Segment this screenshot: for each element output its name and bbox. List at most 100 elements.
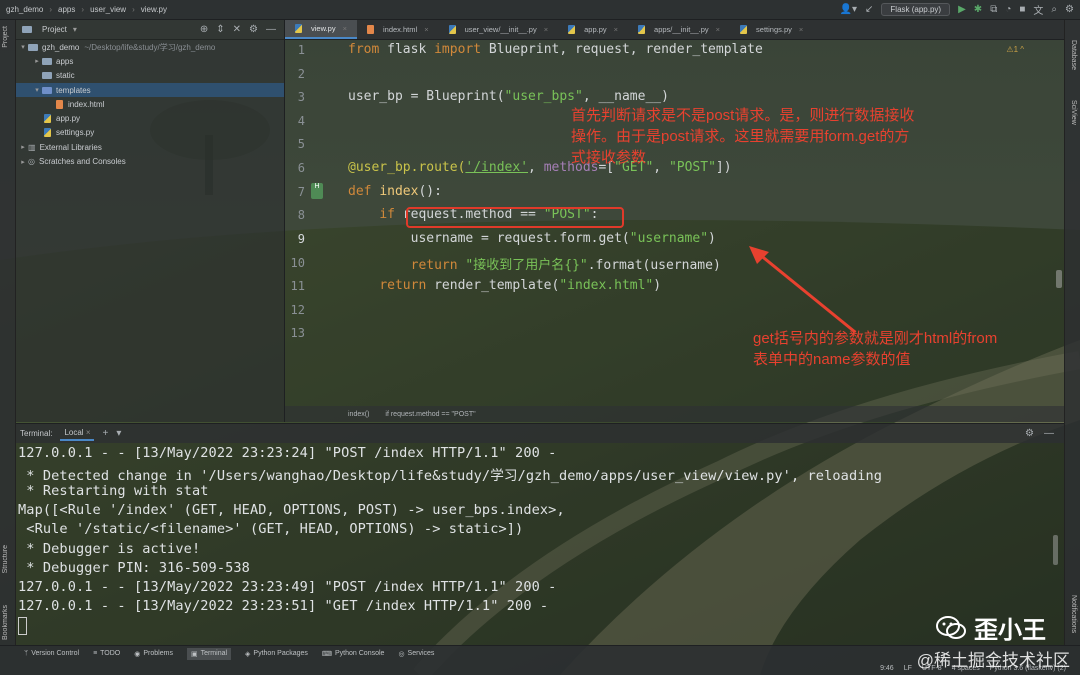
run-icon[interactable]: ▶ [958,4,966,15]
chevron-down-icon[interactable]: ▾ [73,25,77,34]
python-file-icon [295,24,302,33]
expand-icon[interactable]: ✕ [233,24,241,35]
terminal-icon: ▣ [190,650,198,658]
close-icon[interactable]: × [614,25,618,34]
editor-tabs: view.py × index.html × user_view/__init_… [285,20,1064,40]
package-icon: ◈ [245,650,251,658]
tree-item-app-py[interactable]: app.py [16,111,284,125]
right-tool-strip: Database SciView Notifications [1064,20,1080,645]
chevron-right-icon[interactable]: ▸ [18,143,28,151]
tree-item-scratches[interactable]: ▸ ◎ Scratches and Consoles [16,154,284,168]
structure-tool-tab[interactable]: Structure [2,545,9,573]
folder-icon [42,72,52,80]
code-line-10: return "接收到了用户名{}".format(username) [410,258,721,273]
sciview-tool-tab[interactable]: SciView [1070,100,1077,125]
close-icon[interactable]: × [544,25,548,34]
python-file-icon [638,25,646,34]
collapse-icon[interactable]: ⇕ [216,24,224,35]
breadcrumb-root[interactable]: gzh_demo [6,5,43,14]
tree-item-external-libraries[interactable]: ▸ ▥ External Libraries [16,140,284,154]
translate-icon[interactable]: 文 [1033,2,1043,17]
chevron-down-icon[interactable]: ▾ [116,428,121,439]
settings-icon[interactable]: ⚙ [1025,428,1034,439]
code-line-11: return render_template("index.html") [379,278,662,293]
back-arrow-icon[interactable]: ↙ [865,4,873,15]
breadcrumb-apps[interactable]: apps [58,5,75,14]
terminal-output[interactable]: 127.0.0.1 - - [13/May/2022 23:23:24] "PO… [16,443,1064,645]
tab-index-html[interactable]: index.html × [357,20,439,39]
notifications-tool-tab[interactable]: Notifications [1070,595,1077,633]
tree-item-apps[interactable]: ▸ apps [16,54,284,68]
settings-icon[interactable]: ⚙ [1065,4,1074,15]
terminal-button[interactable]: ▣ Terminal [186,647,232,660]
search-icon[interactable]: ⌕ [1051,4,1057,15]
tab-app-py[interactable]: app.py × [558,20,628,39]
tab-user-view-init[interactable]: user_view/__init__.py × [439,20,559,39]
terminal-label: Terminal: [20,429,53,438]
code-editor[interactable]: ⚠1 ^ 1 2 3 4 5 6 7 8 9 10 11 12 13 H fro… [285,40,1064,406]
warning-indicator[interactable]: ⚠1 ^ [1006,45,1024,54]
python-packages-button[interactable]: ◈ Python Packages [245,650,308,658]
locate-icon[interactable]: ⊕ [200,24,208,35]
python-console-button[interactable]: ⌨ Python Console [322,650,385,658]
cursor-position[interactable]: 9:46 [880,665,894,672]
version-control-button[interactable]: ᛘ Version Control [24,650,79,657]
close-icon[interactable]: × [343,24,347,33]
python-file-icon [448,25,456,34]
project-folder-icon [22,26,32,33]
hide-icon[interactable]: — [266,24,276,35]
project-tool-tab[interactable]: Project [2,26,9,48]
chevron-down-icon[interactable]: ▾ [32,86,42,94]
chevron-right-icon[interactable]: ▸ [32,57,42,65]
close-icon: × [85,428,91,437]
options-icon[interactable]: ⚙ [249,24,258,35]
project-panel: Project ▾ ⊕ ⇕ ✕ ⚙ — ▾ gzh_demo ~/Desktop… [16,20,285,422]
templates-folder-icon [42,86,52,94]
database-tool-tab[interactable]: Database [1070,40,1077,70]
breadcrumb-file[interactable]: view.py [141,5,167,14]
breadcrumb-condition[interactable]: if request.method == "POST" [385,411,475,418]
stop-icon[interactable]: ■ [1019,4,1025,15]
branch-icon: ᛘ [24,650,29,657]
services-button[interactable]: ◎ Services [398,650,434,658]
tree-item-static[interactable]: static [16,69,284,83]
terminal-scrollbar[interactable] [1053,535,1058,565]
breadcrumb-function[interactable]: index() [348,411,369,418]
debug-icon[interactable]: ✱ [974,4,982,15]
user-icon[interactable]: 👤▾ [840,4,857,15]
tab-view-py[interactable]: view.py × [285,20,357,39]
close-icon[interactable]: × [716,25,720,34]
tab-settings-py[interactable]: settings.py × [730,20,813,39]
scratch-icon: ◎ [28,157,35,167]
profile-icon[interactable]: ◔ [1005,4,1011,15]
watermark-sub: @稀土掘金技术社区 [916,651,1070,670]
line-gutter: 1 2 3 4 5 6 7 8 9 10 11 12 13 H [285,40,343,406]
watermark-name: 歪小王 [974,617,1046,644]
chevron-right-icon[interactable]: ▸ [18,158,28,166]
tree-item-index-html[interactable]: index.html [16,97,284,111]
editor-scrollbar[interactable] [1056,270,1062,288]
line-separator[interactable]: LF [904,665,912,672]
flask-route-icon[interactable]: H [311,183,323,199]
bookmarks-tool-tab[interactable]: Bookmarks [2,605,9,640]
tree-item-gzh-demo[interactable]: ▾ gzh_demo ~/Desktop/life&study/学习/gzh_d… [16,40,284,54]
project-panel-header: Project ▾ ⊕ ⇕ ✕ ⚙ — [16,20,284,40]
chevron-down-icon[interactable]: ▾ [18,43,28,51]
navigation-bar: gzh_demo › apps › user_view › view.py 👤▾… [0,0,1080,20]
problems-button[interactable]: ◉ Problems [134,650,173,658]
close-icon[interactable]: × [799,25,803,34]
tree-item-settings-py[interactable]: settings.py [16,126,284,140]
tab-apps-init[interactable]: apps/__init__.py × [628,20,730,39]
todo-button[interactable]: ≡ TODO [93,650,120,657]
close-icon[interactable]: × [424,25,428,34]
tree-item-templates[interactable]: ▾ templates [16,82,284,98]
terminal-cursor [18,617,27,635]
project-title[interactable]: Project [42,25,67,34]
add-icon[interactable]: + [102,428,108,439]
hide-icon[interactable]: — [1044,428,1054,439]
coverage-icon[interactable]: ⧉ [990,4,997,15]
folder-icon [42,57,52,65]
breadcrumb-user-view[interactable]: user_view [90,5,126,14]
run-configuration-select[interactable]: Flask (app.py) [881,3,951,16]
terminal-tab-local[interactable]: Local × [60,426,95,441]
